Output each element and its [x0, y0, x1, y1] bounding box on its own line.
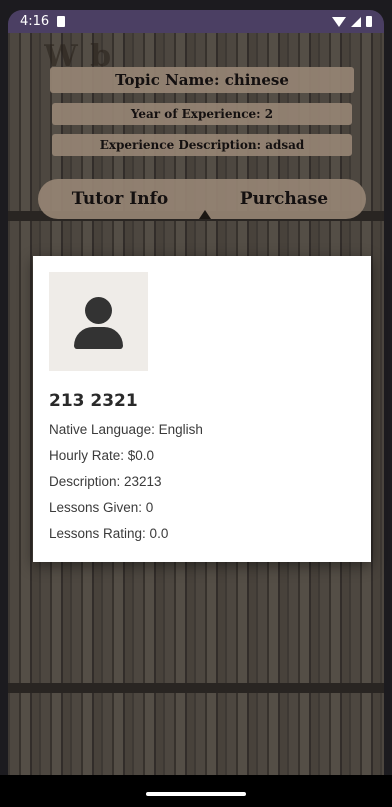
avatar-head	[85, 297, 112, 324]
status-right	[332, 16, 372, 27]
status-time: 4:16	[20, 14, 50, 29]
experience-description-label: Experience Description: adsad	[52, 134, 352, 156]
tab-bar: Tutor Info Purchase	[38, 179, 366, 219]
tab-purchase[interactable]: Purchase	[202, 189, 366, 209]
hourly-rate: Hourly Rate: $0.0	[49, 448, 155, 463]
battery-icon	[366, 16, 372, 27]
status-left: 4:16	[20, 14, 66, 29]
sd-card-icon	[57, 16, 66, 27]
years-experience-label: Year of Experience: 2	[52, 103, 352, 125]
status-bar: 4:16	[8, 10, 384, 33]
tutor-info-dialog: 213 2321 Native Language: English Hourly…	[33, 256, 371, 562]
tab-indicator-icon	[199, 210, 211, 219]
tutor-description: Description: 23213	[49, 474, 162, 489]
lessons-given: Lessons Given: 0	[49, 500, 154, 515]
avatar-body	[74, 327, 123, 349]
tab-tutor-info[interactable]: Tutor Info	[38, 189, 202, 209]
home-handle[interactable]	[146, 792, 246, 796]
wifi-icon	[332, 16, 346, 27]
navigation-bar	[0, 775, 392, 807]
lessons-rating: Lessons Rating: 0.0	[49, 526, 169, 541]
tutor-name: 213 2321	[49, 391, 138, 411]
person-icon	[49, 272, 148, 371]
topic-name-label: Topic Name: chinese	[50, 67, 354, 93]
signal-icon	[351, 16, 361, 27]
native-language: Native Language: English	[49, 422, 203, 437]
